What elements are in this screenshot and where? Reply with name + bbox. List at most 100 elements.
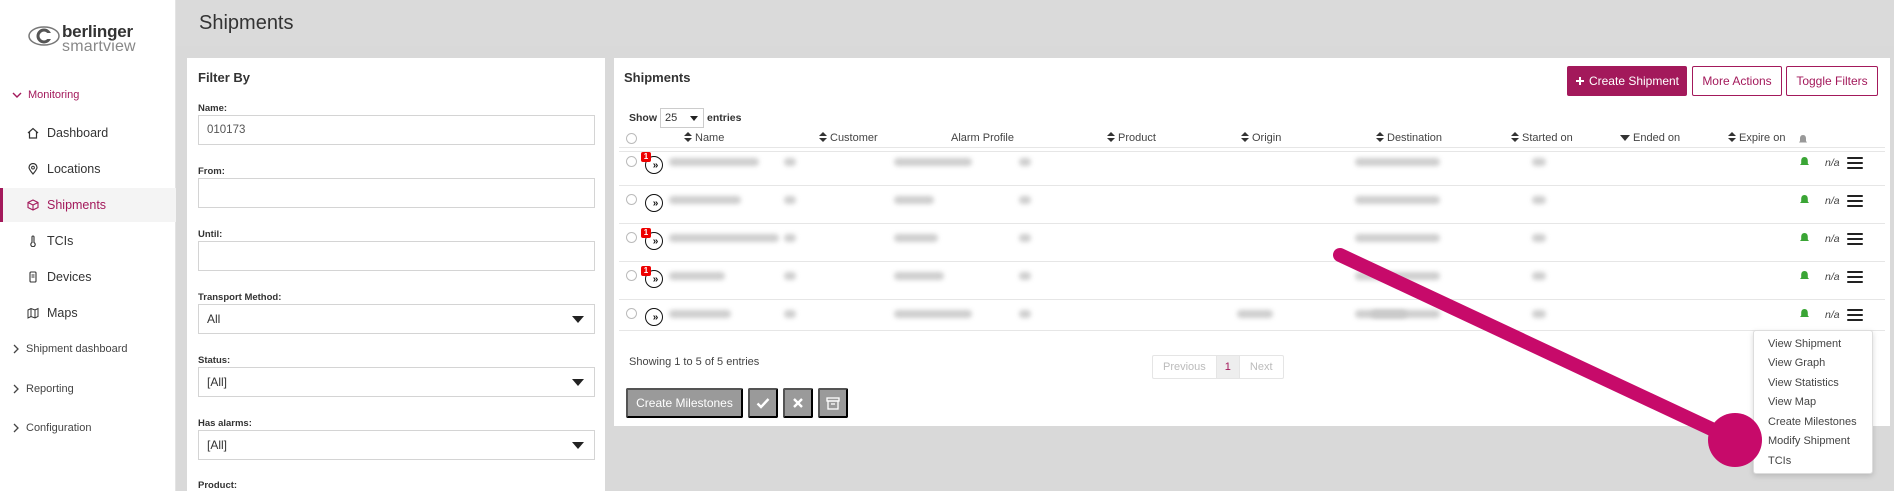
menu-item-modify-shipment[interactable]: Modify Shipment <box>1768 435 1850 447</box>
row-menu-button[interactable] <box>1847 309 1863 321</box>
until-input[interactable] <box>198 241 595 271</box>
nav-group-reporting[interactable]: Reporting <box>12 383 74 395</box>
pagination-next[interactable]: Next <box>1240 356 1283 378</box>
row-checkbox[interactable] <box>626 156 637 167</box>
row-checkbox[interactable] <box>626 194 637 205</box>
redacted-customer <box>784 272 796 280</box>
sidebar-item-dashboard[interactable]: Dashboard <box>0 116 176 150</box>
chevron-right-icon <box>13 384 19 394</box>
alarm-badge: 1 <box>641 228 651 238</box>
redacted-name <box>669 196 741 204</box>
chevron-right-icon <box>13 423 19 433</box>
pagination: Previous 1 Next <box>1152 355 1284 379</box>
nav-group-label: Shipment dashboard <box>26 343 128 355</box>
device-icon <box>29 271 37 283</box>
entries-length-control: Show 25 entries <box>629 108 741 128</box>
name-label: Name: <box>198 103 228 114</box>
sidebar-item-devices[interactable]: Devices <box>0 260 176 294</box>
sidebar-item-maps[interactable]: Maps <box>0 296 176 330</box>
name-input[interactable]: 010173 <box>198 115 595 145</box>
table-row[interactable]: » n/a <box>619 299 1885 331</box>
select-all-checkbox[interactable] <box>626 133 637 144</box>
menu-item-create-milestones[interactable]: Create Milestones <box>1768 416 1857 428</box>
menu-item-view-statistics[interactable]: View Statistics <box>1768 377 1839 389</box>
menu-item-tcis[interactable]: TCIs <box>1768 455 1791 467</box>
redacted-product <box>1019 272 1031 280</box>
sort-icon <box>819 132 827 142</box>
alarm-badge: 1 <box>641 266 651 276</box>
status-select[interactable]: [All] <box>198 367 595 397</box>
nav-group-configuration[interactable]: Configuration <box>12 422 91 434</box>
redacted-product <box>1019 310 1031 318</box>
archive-button[interactable] <box>818 388 848 418</box>
has-alarms-select[interactable]: [All] <box>198 430 595 460</box>
map-icon <box>27 307 39 319</box>
nav-group-monitoring[interactable]: Monitoring <box>12 89 79 101</box>
menu-item-view-shipment[interactable]: View Shipment <box>1768 338 1841 350</box>
column-header-customer[interactable]: Customer <box>819 132 878 144</box>
sidebar-item-label: Shipments <box>47 198 107 212</box>
column-header-destination[interactable]: Destination <box>1376 132 1442 144</box>
table-row[interactable]: » 1 n/a <box>619 147 1885 178</box>
redacted-started-on <box>1355 272 1440 280</box>
create-milestones-button[interactable]: Create Milestones <box>626 388 743 418</box>
from-input[interactable] <box>198 178 595 208</box>
redacted-name <box>669 158 759 166</box>
row-menu-button[interactable] <box>1847 271 1863 283</box>
sidebar-item-shipments[interactable]: Shipments <box>0 188 176 222</box>
redacted-name <box>669 272 725 280</box>
redacted-alarm-profile <box>894 234 938 242</box>
menu-item-view-map[interactable]: View Map <box>1768 396 1816 408</box>
column-header-started-on[interactable]: Started on <box>1511 132 1573 144</box>
archive-icon <box>826 396 840 410</box>
column-header-name[interactable]: Name <box>684 132 724 144</box>
nav-group-label: Monitoring <box>28 89 80 101</box>
table-row[interactable]: » n/a <box>619 185 1885 216</box>
has-alarms-value: [All] <box>207 438 228 452</box>
create-shipment-button[interactable]: Create Shipment <box>1567 66 1687 96</box>
column-header-origin[interactable]: Origin <box>1241 132 1281 144</box>
chevron-right-icon <box>13 344 19 354</box>
redacted-expire-on <box>1532 310 1546 318</box>
row-checkbox[interactable] <box>626 308 637 319</box>
redacted-expire-on <box>1532 234 1546 242</box>
column-header-ended-on[interactable]: Ended on <box>1620 132 1680 144</box>
column-header-product[interactable]: Product <box>1107 132 1156 144</box>
table-info-text: Showing 1 to 5 of 5 entries <box>629 356 760 368</box>
redacted-customer <box>784 158 796 166</box>
berlinger-logo[interactable]: berlinger smartview <box>28 18 158 58</box>
row-menu-button[interactable] <box>1847 195 1863 207</box>
row-checkbox[interactable] <box>626 232 637 243</box>
row-menu-button[interactable] <box>1847 233 1863 245</box>
column-header-expire-on[interactable]: Expire on <box>1728 132 1785 144</box>
column-header-alarm-profile[interactable]: Alarm Profile <box>951 132 1014 144</box>
sidebar-item-tcis[interactable]: TCIs <box>0 224 176 258</box>
redacted-started-on <box>1355 234 1440 242</box>
sort-icon <box>1376 132 1384 142</box>
show-label: Show <box>629 112 657 124</box>
more-actions-button[interactable]: More Actions <box>1692 66 1782 96</box>
row-menu-button[interactable] <box>1847 157 1863 169</box>
redacted-customer <box>784 234 796 242</box>
pagination-previous[interactable]: Previous <box>1153 356 1216 378</box>
until-label: Until: <box>198 229 223 240</box>
redacted-name <box>669 234 779 242</box>
toggle-filters-button[interactable]: Toggle Filters <box>1786 66 1878 96</box>
redacted-expire-on <box>1532 158 1546 166</box>
filter-panel: Filter By Name: 010173 From: Until: Tran… <box>187 58 605 491</box>
entries-select[interactable]: 25 <box>660 108 704 128</box>
table-row[interactable]: » 1 n/a <box>619 261 1885 292</box>
table-row[interactable]: » 1 n/a <box>619 223 1885 254</box>
nav-group-shipment-dashboard[interactable]: Shipment dashboard <box>12 343 128 355</box>
transport-method-select[interactable]: All <box>198 304 595 334</box>
create-shipment-label: Create Shipment <box>1588 74 1680 88</box>
menu-item-view-graph[interactable]: View Graph <box>1768 357 1825 369</box>
pagination-page-1[interactable]: 1 <box>1215 356 1240 378</box>
row-checkbox[interactable] <box>626 270 637 281</box>
confirm-button[interactable] <box>748 388 778 418</box>
home-icon <box>27 127 39 139</box>
reject-button[interactable] <box>783 388 813 418</box>
shipment-status-icon: » <box>645 308 663 326</box>
sidebar-item-locations[interactable]: Locations <box>0 152 176 186</box>
product-label: Product: <box>198 480 238 491</box>
